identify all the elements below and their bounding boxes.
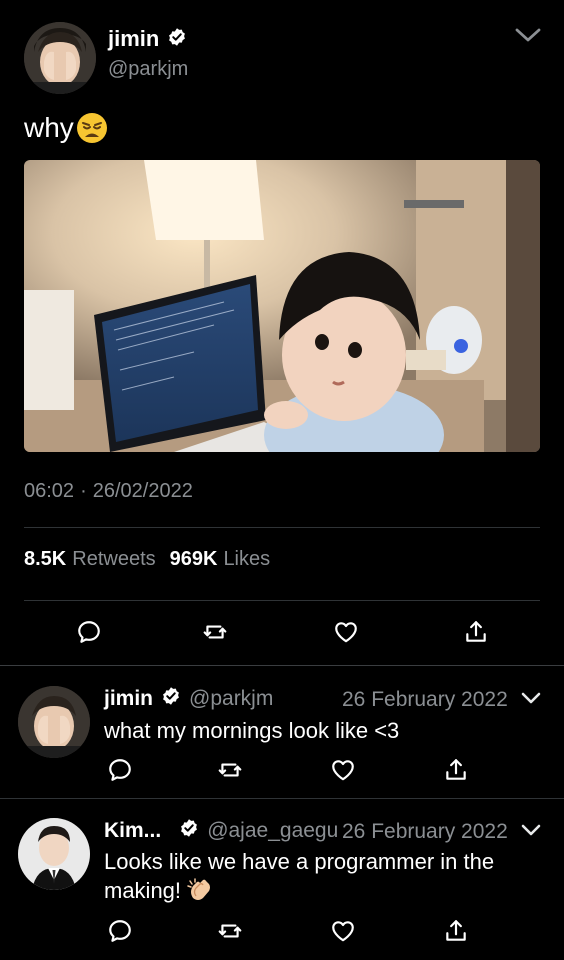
retweet-icon[interactable] xyxy=(216,917,244,945)
verified-badge-icon xyxy=(179,818,199,843)
reply-icon[interactable] xyxy=(75,618,103,646)
share-icon[interactable] xyxy=(442,756,470,784)
likes-label[interactable]: Likes xyxy=(223,548,270,571)
meta-separator: · xyxy=(80,480,87,502)
reply-text: what my mornings look like <3 xyxy=(104,718,400,743)
reply-avatar[interactable] xyxy=(18,818,90,890)
tweet-text: why xyxy=(24,112,74,143)
author-handle[interactable]: @parkjm xyxy=(108,58,188,81)
share-icon[interactable] xyxy=(442,917,470,945)
reply-date: 26 February 2022 xyxy=(342,820,508,843)
reply-avatar[interactable] xyxy=(18,686,90,758)
tweet-date: 26/02/2022 xyxy=(92,480,193,502)
clapping-hands-emoji xyxy=(187,878,213,902)
chevron-down-icon[interactable] xyxy=(520,691,542,705)
retweets-label[interactable]: Retweets xyxy=(72,548,155,571)
like-icon[interactable] xyxy=(329,756,357,784)
author-avatar[interactable] xyxy=(24,22,96,94)
reply-icon[interactable] xyxy=(106,917,134,945)
reply-author-name[interactable]: jimin xyxy=(104,687,153,711)
reply-date: 26 February 2022 xyxy=(342,688,508,711)
author-name[interactable]: jimin xyxy=(108,26,159,52)
divider xyxy=(24,527,540,528)
share-icon[interactable] xyxy=(462,618,490,646)
verified-badge-icon xyxy=(161,686,181,711)
chevron-down-icon[interactable] xyxy=(520,823,542,837)
reply-icon[interactable] xyxy=(106,756,134,784)
like-icon[interactable] xyxy=(329,917,357,945)
tweet-time: 06:02 xyxy=(24,480,75,502)
likes-count[interactable]: 969K xyxy=(170,548,218,571)
divider xyxy=(0,798,564,799)
chevron-down-icon[interactable] xyxy=(514,26,542,44)
divider xyxy=(0,665,564,666)
reply-text: Looks like we have a programmer in the m… xyxy=(104,849,495,903)
reply-author-handle[interactable]: @ajae_gaegu xyxy=(207,819,338,843)
verified-badge-icon xyxy=(167,27,187,52)
reply-author-handle[interactable]: @parkjm xyxy=(189,687,273,711)
weary-face-emoji xyxy=(76,112,108,144)
reply-author-name[interactable]: Kim... xyxy=(104,819,161,843)
divider xyxy=(24,600,540,601)
retweets-count[interactable]: 8.5K xyxy=(24,548,66,571)
tweet-photo[interactable] xyxy=(24,160,540,452)
retweet-icon[interactable] xyxy=(216,756,244,784)
retweet-icon[interactable] xyxy=(201,618,229,646)
like-icon[interactable] xyxy=(332,618,360,646)
